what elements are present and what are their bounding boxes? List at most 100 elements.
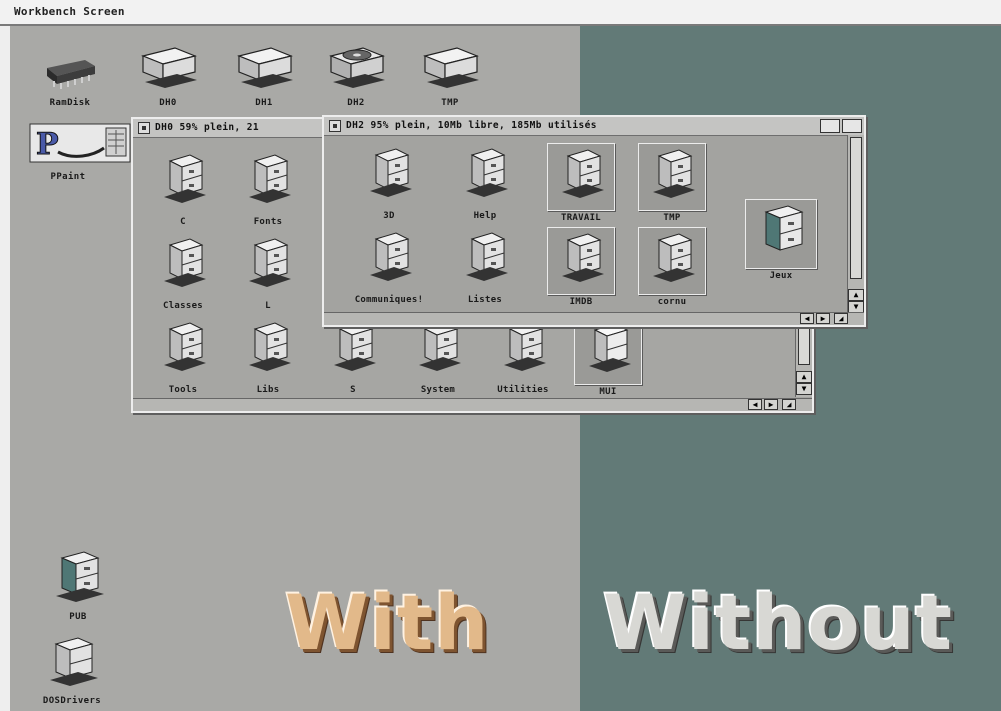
- drawer-item[interactable]: MUI: [563, 317, 653, 397]
- drawer-item[interactable]: L: [223, 233, 313, 311]
- scroll-right-arrow-icon[interactable]: ▶: [764, 399, 778, 410]
- drawer-item[interactable]: cornu: [627, 227, 717, 307]
- drawer-label: cornu: [657, 297, 687, 307]
- desktop-icon-label: PPaint: [50, 172, 86, 182]
- drawer-item[interactable]: IMDB: [536, 227, 626, 307]
- close-gadget-icon[interactable]: [329, 120, 341, 132]
- window-title-bar[interactable]: DH2 95% plein, 10Mb libre, 185Mb utilisé…: [324, 117, 864, 136]
- drawer-item[interactable]: Help: [440, 143, 530, 221]
- drawer-item[interactable]: Fonts: [223, 149, 313, 227]
- drawer-icon: [504, 322, 546, 371]
- svg-text:P: P: [36, 127, 59, 162]
- drawer-item[interactable]: 3D: [344, 143, 434, 221]
- drawer-item[interactable]: TMP: [627, 143, 717, 223]
- desktop-icon-label: RamDisk: [49, 98, 91, 108]
- drawer-icon: [466, 148, 508, 197]
- drawer-item[interactable]: Communiques!: [344, 227, 434, 305]
- scroll-left-arrow-icon[interactable]: ◀: [748, 399, 762, 410]
- without-caption: Without: [603, 578, 953, 667]
- harddisk-icon: [423, 47, 479, 88]
- drawer-icon: [562, 149, 604, 198]
- drawer-item[interactable]: System: [393, 317, 483, 395]
- vertical-scrollbar[interactable]: ▲ ▼: [847, 135, 864, 315]
- desktop-icon-dosdrivers[interactable]: DOSDrivers: [32, 636, 112, 706]
- with-caption: With: [285, 578, 490, 667]
- desktop-icon-label: DOSDrivers: [42, 696, 102, 706]
- drawer-icon: [653, 149, 695, 198]
- drawer-label: TMP: [663, 213, 681, 223]
- desktop-icon-ppaint[interactable]: P PPaint: [28, 122, 131, 182]
- drawer-item[interactable]: Libs: [223, 317, 313, 395]
- drawer-label: MUI: [599, 387, 617, 397]
- scroll-up-arrow-icon[interactable]: ▲: [848, 289, 864, 301]
- drawer-icon: [249, 238, 291, 287]
- scroll-left-arrow-icon[interactable]: ◀: [800, 313, 814, 324]
- drawer-icon: [249, 322, 291, 371]
- drawer-icon: [419, 322, 461, 371]
- drawer-label: Communiques!: [354, 295, 424, 305]
- desktop-icon-label: DH1: [255, 98, 273, 108]
- drawer-icon: [249, 154, 291, 203]
- drawer-label: Libs: [256, 385, 280, 395]
- ramdisk-icon: [47, 60, 95, 89]
- screen-title-bar[interactable]: Workbench Screen: [0, 0, 1001, 26]
- drawer-icon: [764, 205, 804, 251]
- drawer-label: C: [180, 217, 186, 227]
- desktop-icon-ramdisk[interactable]: RamDisk: [30, 50, 110, 108]
- desktop-icon-tmp[interactable]: TMP: [410, 42, 490, 108]
- depth-gadget-icon[interactable]: [842, 119, 862, 133]
- desktop-icon-label: DH2: [347, 98, 365, 108]
- drawer-icon: [562, 233, 604, 282]
- drawer-item[interactable]: Classes: [138, 233, 228, 311]
- scroll-knob[interactable]: [798, 325, 810, 365]
- drawer-label: Fonts: [253, 217, 283, 227]
- drawer-item[interactable]: TRAVAIL: [536, 143, 626, 223]
- drawer-icon: [164, 238, 206, 287]
- ppaint-app-icon: P: [29, 123, 131, 163]
- screen-left-border: [0, 26, 10, 711]
- drawer-icon: [466, 232, 508, 281]
- drawer-label: Jeux: [769, 271, 793, 281]
- resize-gadget-icon[interactable]: ◢: [782, 399, 796, 410]
- drawer-item[interactable]: Jeux: [736, 199, 826, 281]
- drawer-label: 3D: [383, 211, 395, 221]
- scroll-down-arrow-icon[interactable]: ▼: [796, 383, 812, 395]
- drawer-icon: [370, 148, 412, 197]
- drawer-label: Classes: [162, 301, 204, 311]
- horizontal-scrollbar[interactable]: ◀ ▶ ◢: [324, 312, 864, 325]
- drawer-label: Utilities: [497, 385, 549, 395]
- scroll-knob[interactable]: [850, 137, 862, 279]
- resize-gadget-icon[interactable]: ◢: [834, 313, 848, 324]
- desktop-icon-label: DH0: [159, 98, 177, 108]
- drawer-label: Tools: [168, 385, 198, 395]
- drawer-label: L: [265, 301, 271, 311]
- screen-title: Workbench Screen: [14, 5, 125, 18]
- drawer-icon: [334, 322, 376, 371]
- scroll-up-arrow-icon[interactable]: ▲: [796, 371, 812, 383]
- drawer-item[interactable]: S: [308, 317, 398, 395]
- drawer-item[interactable]: Utilities: [478, 317, 568, 395]
- scroll-right-arrow-icon[interactable]: ▶: [816, 313, 830, 324]
- drawer-icon: [164, 154, 206, 203]
- drawer-label: Help: [473, 211, 497, 221]
- desktop-icon-pub[interactable]: PUB: [38, 548, 118, 622]
- window-dh2[interactable]: DH2 95% plein, 10Mb libre, 185Mb utilisé…: [322, 115, 866, 327]
- drawer-item[interactable]: Listes: [440, 227, 530, 305]
- drawer-label: IMDB: [569, 297, 593, 307]
- drawer-icon: [56, 551, 104, 602]
- close-gadget-icon[interactable]: [138, 122, 150, 134]
- desktop-icon-label: TMP: [441, 98, 459, 108]
- harddisk-icon: [141, 47, 197, 88]
- window-title: DH0 59% plein, 21: [155, 122, 260, 133]
- drawer-item[interactable]: Tools: [138, 317, 228, 395]
- drawer-item[interactable]: C: [138, 149, 228, 227]
- window-title: DH2 95% plein, 10Mb libre, 185Mb utilisé…: [346, 120, 597, 131]
- drawer-icon: [653, 233, 695, 282]
- vertical-scrollbar[interactable]: ▲ ▼: [795, 323, 812, 397]
- horizontal-scrollbar[interactable]: ◀ ▶ ◢: [133, 398, 812, 411]
- harddisk-open-icon: [329, 47, 385, 88]
- desktop-icon-dh1[interactable]: DH1: [224, 42, 304, 108]
- desktop-icon-dh2[interactable]: DH2: [316, 42, 396, 108]
- desktop-icon-dh0[interactable]: DH0: [128, 42, 208, 108]
- zoom-gadget-icon[interactable]: [820, 119, 840, 133]
